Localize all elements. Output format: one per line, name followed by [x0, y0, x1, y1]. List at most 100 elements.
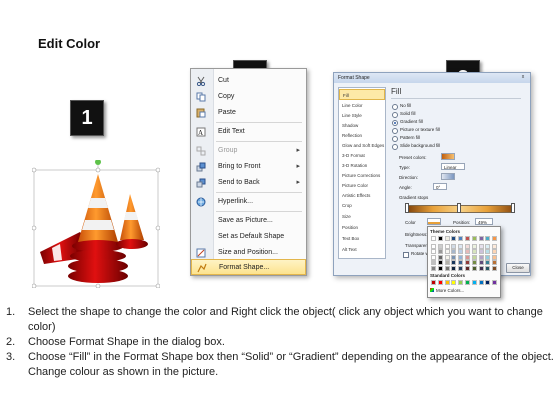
nav-item-size[interactable]: Size	[339, 211, 385, 222]
theme-color-swatch[interactable]	[431, 265, 436, 271]
theme-color-swatch[interactable]	[451, 254, 457, 260]
theme-color-swatch[interactable]	[485, 254, 491, 260]
theme-color-swatch[interactable]	[485, 260, 491, 265]
theme-color-swatch[interactable]	[458, 265, 464, 271]
menu-item-hyperlink[interactable]: Hyperlink...	[191, 194, 306, 210]
menu-item-save-as-picture[interactable]: Save as Picture...	[191, 213, 306, 229]
theme-color-swatch[interactable]	[437, 249, 443, 254]
preset-colors-dropdown[interactable]	[441, 153, 455, 160]
theme-color-swatch[interactable]	[492, 254, 498, 260]
theme-color-swatch[interactable]	[485, 243, 491, 249]
theme-color-swatch[interactable]	[458, 254, 464, 260]
theme-color-swatch[interactable]	[465, 265, 470, 271]
gradient-stop-handle[interactable]	[405, 203, 409, 213]
theme-color-swatch[interactable]	[458, 243, 464, 249]
theme-color-swatch[interactable]	[444, 254, 450, 260]
position-input[interactable]: 49%	[475, 218, 493, 225]
theme-color-swatch[interactable]	[437, 236, 443, 241]
theme-color-swatch[interactable]	[431, 249, 436, 254]
standard-color-swatch[interactable]	[485, 280, 491, 285]
theme-color-swatch[interactable]	[471, 249, 477, 254]
theme-color-swatch[interactable]	[451, 265, 457, 271]
theme-color-swatch[interactable]	[431, 260, 436, 265]
theme-color-swatch[interactable]	[492, 236, 498, 241]
standard-color-swatch[interactable]	[492, 280, 498, 285]
color-picker-button[interactable]	[427, 218, 441, 225]
standard-color-swatch[interactable]	[465, 280, 470, 285]
gradient-stop-handle[interactable]	[511, 203, 515, 213]
theme-color-swatch[interactable]	[485, 236, 491, 241]
standard-color-swatch[interactable]	[444, 280, 450, 285]
theme-color-swatch[interactable]	[471, 243, 477, 249]
theme-color-swatch[interactable]	[471, 236, 477, 241]
direction-dropdown[interactable]	[441, 173, 455, 180]
standard-color-swatch[interactable]	[458, 280, 464, 285]
theme-color-swatch[interactable]	[437, 265, 443, 271]
angle-input[interactable]: 0°	[433, 183, 447, 190]
theme-color-swatch[interactable]	[465, 249, 470, 254]
theme-color-swatch[interactable]	[471, 260, 477, 265]
theme-color-swatch[interactable]	[471, 265, 477, 271]
menu-item-edit-text[interactable]: A Edit Text	[191, 124, 306, 140]
theme-color-swatch[interactable]	[465, 254, 470, 260]
theme-color-swatch[interactable]	[451, 236, 457, 241]
standard-color-swatch[interactable]	[451, 280, 457, 285]
theme-color-swatch[interactable]	[478, 243, 484, 249]
standard-color-swatch[interactable]	[431, 280, 436, 285]
theme-color-swatch[interactable]	[431, 236, 436, 241]
menu-item-set-default-shape[interactable]: Set as Default Shape	[191, 229, 306, 245]
close-icon[interactable]: x	[519, 74, 527, 81]
theme-color-swatch[interactable]	[458, 260, 464, 265]
theme-color-swatch[interactable]	[451, 260, 457, 265]
theme-color-swatch[interactable]	[471, 254, 477, 260]
nav-item-crop[interactable]: Crop	[339, 200, 385, 211]
menu-item-copy[interactable]: Copy	[191, 89, 306, 105]
menu-item-bring-to-front[interactable]: Bring to Front ▸	[191, 159, 306, 175]
traffic-cone-shape[interactable]	[31, 159, 161, 289]
theme-color-swatch[interactable]	[431, 254, 436, 260]
theme-color-swatch[interactable]	[444, 243, 450, 249]
theme-color-swatch[interactable]	[458, 236, 464, 241]
theme-color-swatch[interactable]	[444, 265, 450, 271]
theme-color-swatch[interactable]	[478, 236, 484, 241]
more-colors-link[interactable]: More Colors...	[436, 288, 464, 293]
theme-color-swatch[interactable]	[492, 265, 498, 271]
menu-item-format-shape[interactable]: Format Shape...	[191, 259, 306, 275]
type-dropdown[interactable]: Linear	[441, 163, 465, 170]
standard-color-swatch[interactable]	[471, 280, 477, 285]
menu-item-send-to-back[interactable]: Send to Back ▸	[191, 175, 306, 191]
theme-color-swatch[interactable]	[478, 254, 484, 260]
theme-color-swatch[interactable]	[465, 243, 470, 249]
close-button[interactable]: Close	[506, 263, 530, 273]
menu-item-group[interactable]: Group ▸	[191, 143, 306, 159]
menu-item-cut[interactable]: Cut	[191, 73, 306, 89]
nav-item-text-box[interactable]: Text Box	[339, 233, 385, 244]
theme-color-swatch[interactable]	[485, 265, 491, 271]
theme-color-swatch[interactable]	[437, 260, 443, 265]
theme-color-swatch[interactable]	[451, 243, 457, 249]
nav-item-position[interactable]: Position	[339, 222, 385, 233]
gradient-stop-handle[interactable]	[457, 203, 461, 213]
theme-color-swatch[interactable]	[492, 249, 498, 254]
nav-item-alt-text[interactable]: Alt Text	[339, 244, 385, 255]
standard-color-swatch[interactable]	[437, 280, 443, 285]
theme-color-swatch[interactable]	[431, 243, 436, 249]
theme-color-swatch[interactable]	[451, 249, 457, 254]
theme-color-swatch[interactable]	[458, 249, 464, 254]
theme-color-swatch[interactable]	[444, 249, 450, 254]
theme-color-swatch[interactable]	[478, 249, 484, 254]
nav-item-fill[interactable]: Fill	[339, 89, 385, 100]
menu-item-paste[interactable]: Paste	[191, 105, 306, 121]
theme-color-swatch[interactable]	[478, 265, 484, 271]
theme-color-swatch[interactable]	[492, 243, 498, 249]
theme-color-swatch[interactable]	[485, 249, 491, 254]
theme-color-swatch[interactable]	[478, 260, 484, 265]
theme-color-swatch[interactable]	[465, 260, 470, 265]
theme-color-swatch[interactable]	[444, 260, 450, 265]
theme-color-swatch[interactable]	[492, 260, 498, 265]
theme-color-swatch[interactable]	[465, 236, 470, 241]
theme-color-swatch[interactable]	[437, 243, 443, 249]
theme-color-swatch[interactable]	[444, 236, 450, 241]
standard-color-swatch[interactable]	[478, 280, 484, 285]
theme-color-swatch[interactable]	[437, 254, 443, 260]
